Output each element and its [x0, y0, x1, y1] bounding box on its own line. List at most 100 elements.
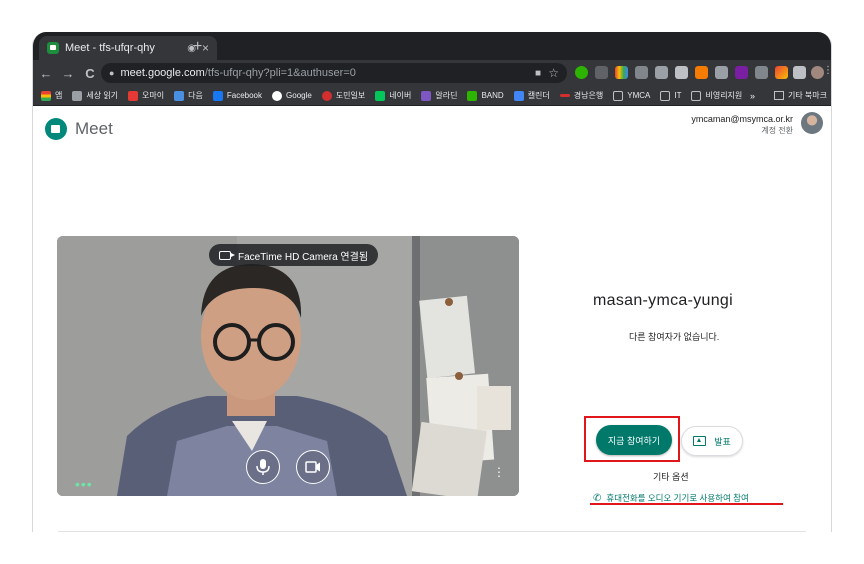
reload-button[interactable]: C — [79, 66, 101, 81]
bookmarks-overflow-button[interactable]: » — [750, 91, 755, 101]
meet-page: Meet ymcaman@msymca.or.kr 계정 전환 FaceTime… — [33, 106, 831, 532]
bookmark-label: 세상 읽기 — [86, 91, 119, 100]
account-info: ymcaman@msymca.or.kr 계정 전환 — [691, 114, 793, 136]
facebook-icon — [212, 90, 223, 101]
present-screen-icon — [693, 436, 707, 446]
bookmark-folder[interactable]: IT — [660, 90, 682, 101]
switch-account-link[interactable]: 계정 전환 — [691, 125, 793, 136]
folder-icon — [613, 90, 624, 101]
other-bookmarks-folder[interactable]: 기타 북마크 — [773, 90, 827, 101]
address-path: /tfs-ufqr-qhy?pli=1&authuser=0 — [204, 67, 356, 79]
calendar-icon — [513, 90, 524, 101]
bookmark-item[interactable]: 네이버 — [375, 90, 411, 101]
bookmark-label: 캘린더 — [527, 91, 550, 100]
microphone-toggle-button[interactable] — [246, 450, 280, 484]
title-bar: Meet - tfs-ufqr-qhy ◉ × + — [33, 32, 831, 60]
bookmark-label: 네이버 — [389, 91, 412, 100]
browser-window: Meet - tfs-ufqr-qhy ◉ × + ← → C ● meet.g… — [32, 32, 832, 532]
bookmark-label: IT — [674, 91, 682, 100]
camera-icon — [219, 250, 235, 260]
bookmark-item[interactable]: Facebook — [212, 90, 262, 101]
tab-title: Meet - tfs-ufqr-qhy — [65, 42, 155, 54]
new-tab-button[interactable]: + — [193, 38, 202, 56]
phone-link-highlight — [590, 503, 783, 505]
puzzle-extensions-icon[interactable] — [793, 66, 806, 79]
tab-close-icon[interactable]: × — [202, 41, 209, 55]
bookmark-favicon-icon — [174, 90, 185, 101]
bookmark-favicon-icon — [128, 90, 139, 101]
bookmark-label: 비영리지원 — [705, 91, 743, 100]
bookmark-item[interactable]: 앱 — [41, 90, 62, 101]
camera-toggle-button[interactable] — [296, 450, 330, 484]
bookmark-item[interactable]: 도민일보 — [321, 90, 366, 101]
bookmark-item[interactable]: BAND — [467, 90, 504, 101]
video-preview: FaceTime HD Camera 연결됨 ••• ⋮ — [57, 236, 519, 496]
extension-icon[interactable] — [635, 66, 648, 79]
bookmark-label: YMCA — [627, 91, 651, 100]
bookmark-folder[interactable]: 비영리지원 — [691, 90, 742, 101]
back-button[interactable]: ← — [35, 66, 57, 81]
extension-icon[interactable] — [695, 66, 708, 79]
bookmark-label: Google — [286, 91, 312, 100]
bookmark-label: BAND — [481, 91, 504, 100]
microphone-icon — [256, 459, 270, 475]
bookmark-star-icon[interactable]: ☆ — [548, 66, 559, 80]
other-options-label: 기타 옵션 — [653, 472, 689, 482]
onenote-extension-icon[interactable] — [735, 66, 748, 79]
meet-logo[interactable]: Meet — [45, 118, 113, 140]
camera-icon — [305, 461, 320, 473]
camera-feed-image — [57, 236, 519, 496]
bookmark-label: 경남은행 — [573, 91, 604, 100]
google-icon — [272, 90, 283, 101]
forward-button[interactable]: → — [57, 66, 79, 81]
bookmark-item[interactable]: 캘린더 — [513, 90, 550, 101]
bookmark-label: 도민일보 — [335, 91, 366, 100]
phone-icon: ✆ — [593, 492, 602, 504]
lock-icon: ● — [109, 68, 115, 78]
bookmark-label: 알라딘 — [435, 91, 458, 100]
extension-icon[interactable] — [595, 66, 608, 79]
meeting-room-name: masan-ymca-yungi — [593, 292, 733, 309]
address-host: meet.google.com — [120, 67, 205, 79]
bookmark-label: 오마이 — [142, 91, 165, 100]
bookmark-favicon-icon — [559, 94, 570, 97]
extension-icon[interactable] — [755, 66, 768, 79]
meet-favicon-icon — [47, 42, 59, 54]
present-button-label: 발표 — [714, 436, 731, 447]
extension-icon[interactable] — [655, 66, 668, 79]
app-name: Meet — [75, 119, 113, 138]
bookmark-item[interactable]: Google — [272, 90, 312, 101]
extension-icon[interactable] — [775, 66, 788, 79]
folder-icon — [660, 90, 671, 101]
avatar[interactable] — [801, 112, 823, 134]
camera-in-use-icon[interactable]: ■ — [535, 68, 541, 79]
join-now-button[interactable]: 지금 참여하기 — [596, 425, 672, 455]
folder-icon — [773, 91, 784, 100]
browser-toolbar: ← → C ● meet.google.com/tfs-ufqr-qhy?pli… — [33, 60, 831, 86]
rainbow-extension-icon[interactable] — [615, 66, 628, 79]
browser-tab[interactable]: Meet - tfs-ufqr-qhy ◉ × — [39, 36, 217, 60]
present-button[interactable]: 발표 — [681, 426, 743, 456]
account-email: ymcaman@msymca.or.kr — [691, 114, 793, 124]
more-options-icon[interactable]: ⋮ — [493, 466, 505, 478]
bookmark-item[interactable]: 알라딘 — [421, 90, 457, 101]
participants-status: 다른 참여자가 없습니다. — [629, 332, 720, 342]
camera-status-chip: FaceTime HD Camera 연결됨 — [209, 244, 379, 266]
address-bar[interactable]: ● meet.google.com/tfs-ufqr-qhy?pli=1&aut… — [101, 63, 567, 83]
bookmark-item[interactable]: 다음 — [174, 90, 203, 101]
bookmark-item[interactable]: 세상 읽기 — [72, 90, 118, 101]
meet-logo-icon — [45, 118, 67, 140]
apps-grid-icon — [41, 90, 51, 101]
divider — [58, 531, 806, 532]
evernote-extension-icon[interactable] — [575, 66, 588, 79]
naver-icon — [375, 90, 386, 101]
extension-icon[interactable] — [675, 66, 688, 79]
bookmark-item[interactable]: 오마이 — [128, 90, 164, 101]
bookmark-item[interactable]: 경남은행 — [559, 90, 604, 101]
bookmark-favicon-icon — [72, 90, 83, 101]
bookmarks-bar: 앱 세상 읽기 오마이 다음 Facebook Google 도민일보 네이버 … — [33, 86, 831, 106]
other-bookmarks-label: 기타 북마크 — [787, 91, 827, 100]
bookmark-folder[interactable]: YMCA — [613, 90, 651, 101]
extension-icon[interactable] — [715, 66, 728, 79]
menu-kebab-icon[interactable]: ⋮ — [823, 65, 831, 76]
